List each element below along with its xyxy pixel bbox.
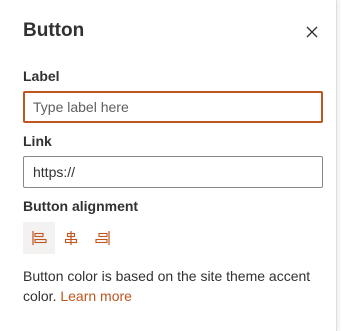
align-left-icon — [31, 230, 47, 246]
learn-more-link[interactable]: Learn more — [60, 288, 132, 304]
align-right-icon — [95, 230, 111, 246]
theme-color-note: Button color is based on the site theme … — [23, 266, 323, 306]
link-field-label: Link — [23, 133, 52, 149]
link-input[interactable] — [23, 156, 323, 188]
button-properties-panel: Button Label Link Button alignment — [0, 0, 337, 331]
align-right-button[interactable] — [87, 222, 119, 254]
alignment-options — [23, 222, 119, 254]
close-icon[interactable] — [304, 24, 320, 40]
label-field-label: Label — [23, 68, 60, 84]
label-input[interactable] — [23, 91, 323, 123]
panel-title: Button — [23, 20, 85, 41]
align-left-button[interactable] — [23, 222, 55, 254]
alignment-label: Button alignment — [23, 198, 139, 214]
align-center-icon — [63, 230, 79, 246]
align-center-button[interactable] — [55, 222, 87, 254]
